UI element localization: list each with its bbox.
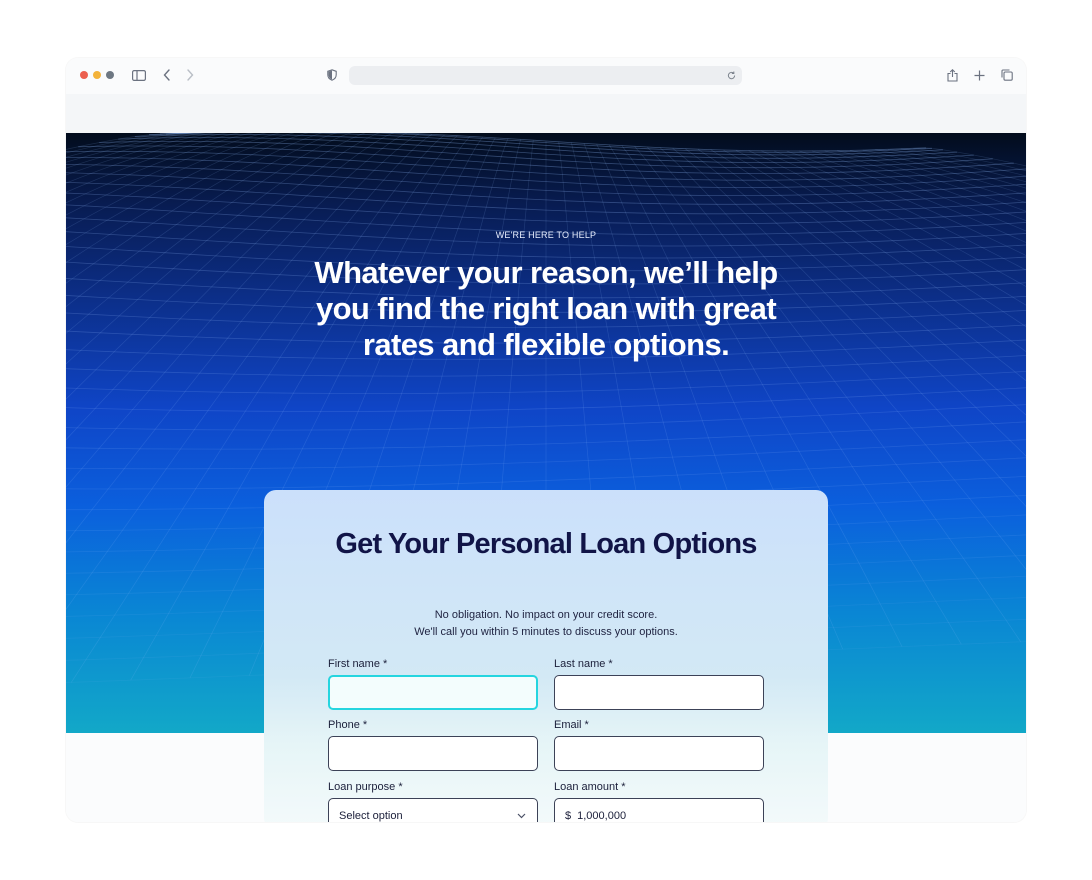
tab-overview-icon[interactable] xyxy=(998,66,1016,84)
first-name-input[interactable] xyxy=(328,675,538,710)
privacy-shield-icon[interactable] xyxy=(323,66,341,84)
currency-symbol: $ xyxy=(565,809,572,822)
browser-window: WE'RE HERE TO HELP Whatever your reason,… xyxy=(66,58,1026,822)
last-name-input[interactable] xyxy=(554,675,764,710)
share-icon[interactable] xyxy=(943,66,961,84)
zoom-window-button[interactable] xyxy=(106,71,114,79)
close-window-button[interactable] xyxy=(80,71,88,79)
back-chevron-icon[interactable] xyxy=(158,66,176,84)
forward-chevron-icon[interactable] xyxy=(181,66,199,84)
form-subtitle-line-2: We'll call you within 5 minutes to discu… xyxy=(414,626,678,638)
chevron-down-icon xyxy=(517,811,527,821)
loan-amount-label: Loan amount * xyxy=(554,781,626,793)
loan-amount-value: 1,000,000 xyxy=(577,809,627,822)
loan-options-form-card: Get Your Personal Loan Options No obliga… xyxy=(264,490,828,822)
phone-label: Phone * xyxy=(328,719,368,731)
form-title: Get Your Personal Loan Options xyxy=(335,528,757,560)
last-name-label: Last name * xyxy=(554,658,613,670)
site-header-bar xyxy=(66,94,1026,133)
reload-icon[interactable] xyxy=(724,68,738,82)
hero-eyebrow: WE'RE HERE TO HELP xyxy=(495,230,597,240)
minimize-window-button[interactable] xyxy=(93,71,101,79)
first-name-label: First name * xyxy=(328,658,388,670)
email-label: Email * xyxy=(554,719,589,731)
loan-purpose-value: Select option xyxy=(339,809,403,822)
loan-purpose-select[interactable]: Select option xyxy=(328,798,538,822)
hero-headline: Whatever your reason, we’ll help you fin… xyxy=(314,255,778,362)
address-bar[interactable] xyxy=(349,66,742,85)
email-input[interactable] xyxy=(554,736,764,771)
sidebar-toggle-icon[interactable] xyxy=(130,66,148,84)
loan-amount-input[interactable]: $ 1,000,000 xyxy=(554,798,764,822)
loan-purpose-label: Loan purpose * xyxy=(328,781,403,793)
form-subtitle-line-1: No obligation. No impact on your credit … xyxy=(434,609,658,621)
new-tab-plus-icon[interactable] xyxy=(970,66,988,84)
phone-input[interactable] xyxy=(328,736,538,771)
browser-toolbar xyxy=(66,58,1026,94)
